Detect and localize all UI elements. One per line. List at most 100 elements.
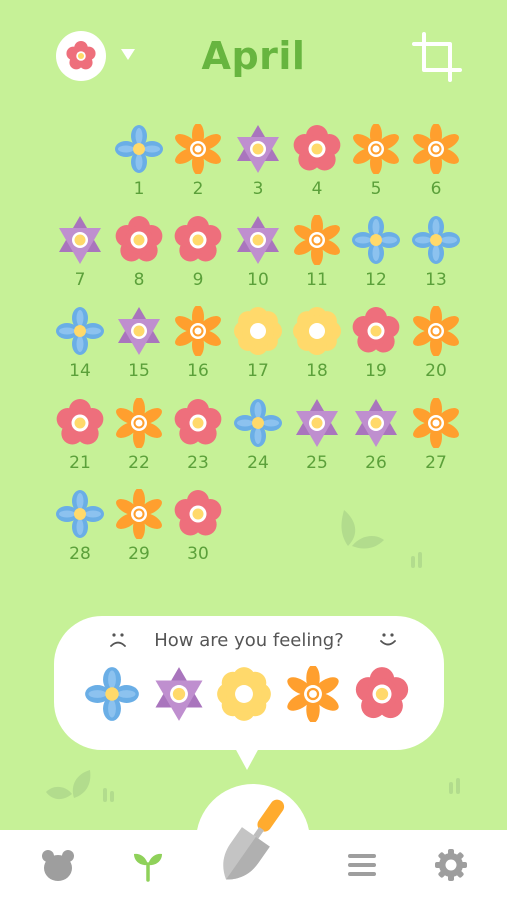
- bear-icon: [42, 850, 74, 881]
- orange-flower-icon: [114, 488, 164, 540]
- mood-option-blue-flower-icon[interactable]: [84, 666, 140, 722]
- calendar-day[interactable]: 19: [346, 306, 406, 396]
- day-number: 4: [311, 179, 323, 199]
- yellow-flower-icon: [233, 306, 283, 356]
- calendar-day[interactable]: 6: [406, 123, 466, 214]
- day-number: 7: [74, 270, 86, 290]
- calendar-day[interactable]: 16: [168, 305, 228, 396]
- grass-decoration-icon: [411, 552, 422, 568]
- day-number: 28: [69, 544, 91, 564]
- leaf-decoration-icon: [341, 510, 384, 549]
- calendar-day[interactable]: 20: [406, 305, 466, 396]
- calendar-day[interactable]: 23: [168, 398, 228, 488]
- day-number: 16: [187, 361, 209, 381]
- mood-picker: How are you feeling?: [54, 616, 444, 750]
- settings-icon: [435, 849, 467, 881]
- mood-option-pink-flower-icon[interactable]: [354, 666, 410, 722]
- calendar-day[interactable]: 26: [346, 398, 406, 488]
- day-number: 10: [247, 270, 269, 290]
- happy-face-icon: [380, 633, 396, 646]
- day-number: 1: [133, 179, 145, 199]
- orange-flower-icon: [351, 123, 401, 175]
- purple-flower-icon: [55, 215, 105, 265]
- orange-flower-icon: [411, 123, 461, 175]
- calendar-day[interactable]: 8: [109, 215, 169, 305]
- calendar-day[interactable]: 29: [109, 488, 169, 579]
- calendar-day[interactable]: 9: [168, 215, 228, 305]
- blue-flower-icon: [233, 398, 283, 448]
- calendar-day[interactable]: 15: [109, 306, 169, 396]
- blue-flower-icon: [411, 215, 461, 265]
- leaf-decoration-icon: [46, 770, 91, 800]
- purple-flower-icon: [233, 124, 283, 174]
- calendar-day[interactable]: 7: [50, 215, 110, 305]
- pink-flower-icon: [351, 306, 401, 356]
- day-number: 30: [187, 544, 209, 564]
- purple-flower-icon: [114, 306, 164, 356]
- calendar-day[interactable]: 4: [287, 124, 347, 214]
- day-number: 27: [425, 453, 447, 473]
- list-icon: [348, 854, 376, 876]
- pink-flower-icon: [173, 489, 223, 539]
- day-number: 22: [128, 453, 150, 473]
- blue-flower-icon: [55, 489, 105, 539]
- mood-option-yellow-flower-icon[interactable]: [216, 666, 272, 722]
- mood-option-purple-flower-icon[interactable]: [151, 666, 207, 722]
- day-number: 26: [365, 453, 387, 473]
- day-number: 2: [192, 179, 204, 199]
- day-number: 18: [306, 361, 328, 381]
- plant-mood-button[interactable]: [196, 784, 310, 898]
- purple-flower-icon: [233, 215, 283, 265]
- pink-flower-icon: [173, 398, 223, 448]
- mood-bubble-tail: [235, 748, 259, 770]
- blue-flower-icon: [114, 124, 164, 174]
- sprout-icon: [134, 853, 162, 882]
- nav-bear-button[interactable]: [41, 848, 75, 882]
- day-number: 5: [370, 179, 382, 199]
- calendar-day[interactable]: 30: [168, 489, 228, 579]
- app-screen: April 1 2 3 4 5 6 7 8 9 10 11 12 13 14 1…: [0, 0, 507, 900]
- calendar-day[interactable]: 18: [287, 306, 347, 396]
- calendar-day[interactable]: 25: [287, 398, 347, 488]
- day-number: 6: [430, 179, 442, 199]
- calendar-day[interactable]: 24: [228, 398, 288, 488]
- calendar-day[interactable]: 10: [228, 215, 288, 305]
- calendar-day[interactable]: 3: [228, 124, 288, 214]
- orange-flower-icon: [173, 305, 223, 357]
- day-number: 11: [306, 270, 328, 290]
- purple-flower-icon: [351, 398, 401, 448]
- day-number: 23: [187, 453, 209, 473]
- day-number: 21: [69, 453, 91, 473]
- purple-flower-icon: [292, 398, 342, 448]
- trowel-icon: [223, 799, 285, 880]
- day-number: 25: [306, 453, 328, 473]
- pink-flower-icon: [55, 398, 105, 448]
- calendar-grid: 1 2 3 4 5 6 7 8 9 10 11 12 13 14 15 16 1…: [0, 0, 507, 600]
- calendar-day[interactable]: 22: [109, 397, 169, 488]
- mood-option-orange-flower-icon[interactable]: [285, 664, 341, 724]
- calendar-day[interactable]: 11: [287, 214, 347, 305]
- nav-settings-button[interactable]: [434, 848, 468, 882]
- calendar-day[interactable]: 5: [346, 123, 406, 214]
- calendar-day[interactable]: 13: [406, 215, 466, 305]
- orange-flower-icon: [411, 305, 461, 357]
- orange-flower-icon: [173, 123, 223, 175]
- calendar-day[interactable]: 27: [406, 397, 466, 488]
- yellow-flower-icon: [292, 306, 342, 356]
- calendar-day[interactable]: 14: [50, 306, 110, 396]
- calendar-day[interactable]: 28: [50, 489, 110, 579]
- calendar-day[interactable]: 1: [109, 124, 169, 214]
- calendar-day[interactable]: 17: [228, 306, 288, 396]
- nav-list-button[interactable]: [345, 848, 379, 882]
- pink-flower-icon: [292, 124, 342, 174]
- day-number: 29: [128, 544, 150, 564]
- calendar-day[interactable]: 12: [346, 215, 406, 305]
- day-number: 13: [425, 270, 447, 290]
- calendar-day[interactable]: 2: [168, 123, 228, 214]
- calendar-day[interactable]: 21: [50, 398, 110, 488]
- day-number: 9: [192, 270, 204, 290]
- day-number: 14: [69, 361, 91, 381]
- orange-flower-icon: [292, 214, 342, 266]
- day-number: 24: [247, 453, 269, 473]
- nav-sprout-button[interactable]: [131, 848, 165, 882]
